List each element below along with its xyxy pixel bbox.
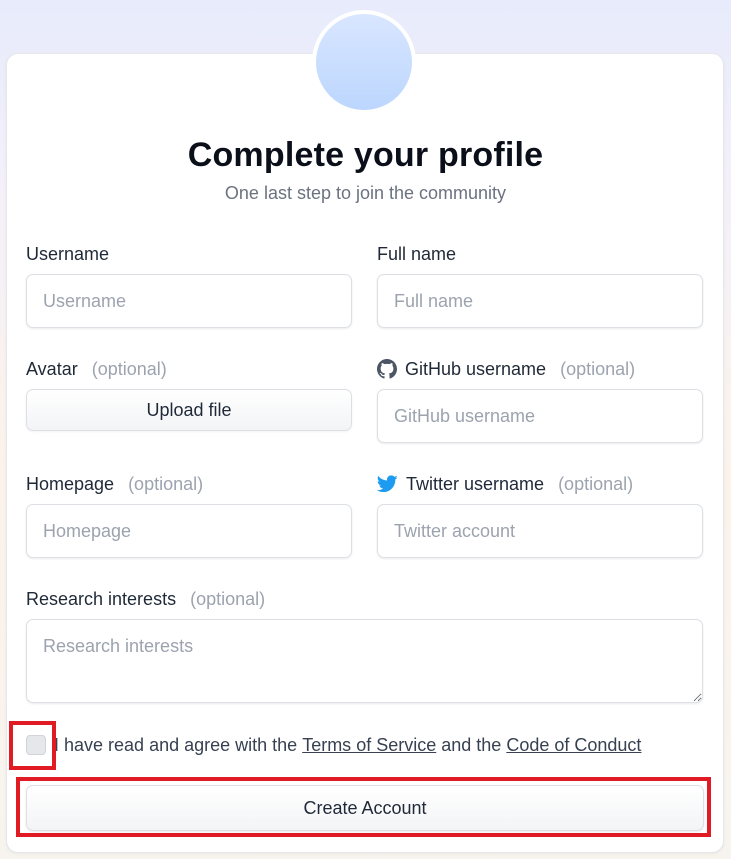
page-subtitle: One last step to join the community [224,183,507,203]
create-account-button[interactable]: Create Account [26,785,704,831]
avatar-optional-tag: (optional) [91,358,167,379]
agreement-middle-text: and the [441,734,502,755]
username-label: Username [26,242,109,266]
github-label-text: GitHub username [405,358,547,379]
avatar-label: Avatar (optional) [26,357,167,381]
research-label-text: Research interests [26,588,177,609]
research-optional-tag: (optional) [190,588,266,609]
twitter-label: Twitter username (optional) [377,472,633,496]
github-username-input[interactable] [377,389,703,443]
github-optional-tag: (optional) [560,358,636,379]
twitter-label-text: Twitter username [406,473,545,494]
fullname-label-text: Full name [377,243,457,264]
research-label: Research interests (optional) [26,587,265,611]
homepage-label: Homepage (optional) [26,472,203,496]
twitter-optional-tag: (optional) [558,473,634,494]
fullname-label: Full name [377,242,456,266]
upload-file-button[interactable]: Upload file [26,389,352,431]
fullname-input[interactable] [377,274,703,328]
page-title: Complete your profile [187,136,544,174]
research-interests-textarea[interactable] [26,619,703,703]
username-input[interactable] [26,274,352,328]
agreement-row: I have read and agree with the Terms of … [26,732,641,758]
code-of-conduct-link[interactable]: Code of Conduct [506,735,641,756]
homepage-optional-tag: (optional) [128,473,204,494]
github-icon [377,359,397,379]
homepage-label-text: Homepage [26,473,115,494]
upload-file-label: Upload file [146,399,232,420]
agree-checkbox[interactable] [26,735,46,755]
agreement-prefix-text: I have read and agree with the [54,734,298,755]
avatar-label-text: Avatar [26,358,78,379]
username-label-text: Username [26,243,110,264]
create-account-label: Create Account [303,797,427,818]
avatar-placeholder [312,10,416,114]
twitter-account-input[interactable] [377,504,703,558]
homepage-input[interactable] [26,504,352,558]
github-label: GitHub username (optional) [377,357,635,381]
terms-of-service-link[interactable]: Terms of Service [302,735,436,756]
twitter-bird-icon [377,475,398,493]
